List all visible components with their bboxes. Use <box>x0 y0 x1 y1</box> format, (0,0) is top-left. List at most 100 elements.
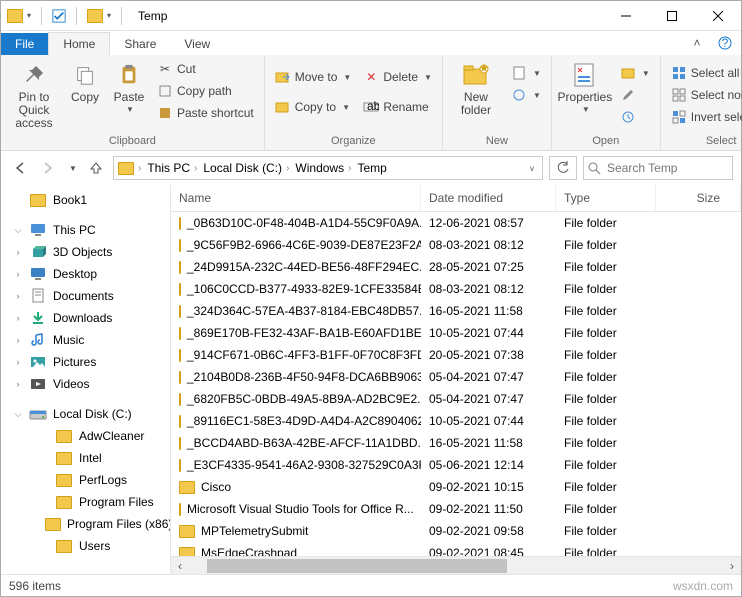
tree-item[interactable]: ›Pictures <box>1 351 170 373</box>
easy-access-button[interactable]: ▼ <box>507 85 545 105</box>
table-row[interactable]: Cisco09-02-2021 10:15File folder <box>171 476 741 498</box>
tree-caret-icon[interactable]: ⌵ <box>13 409 23 420</box>
tree-item[interactable]: ⌵This PC <box>1 219 170 241</box>
table-row[interactable]: _106C0CCD-B377-4933-82E9-1CFE33584E...08… <box>171 278 741 300</box>
tree-caret-icon[interactable]: › <box>13 313 23 323</box>
tree-item[interactable]: Program Files <box>1 491 170 513</box>
navigation-tree[interactable]: Book1 ⌵This PC›3D Objects›Desktop›Documen… <box>1 185 171 574</box>
table-row[interactable]: _6820FB5C-0BDB-49A5-8B9A-AD2BC9E2...05-0… <box>171 388 741 410</box>
tree-caret-icon[interactable]: › <box>13 291 23 301</box>
back-button[interactable] <box>9 157 31 179</box>
history-button[interactable] <box>616 107 654 127</box>
ribbon-collapse-button[interactable]: ˄ <box>685 31 709 55</box>
search-box[interactable]: Search Temp <box>583 156 733 180</box>
column-header-size[interactable]: Size <box>656 185 741 211</box>
scroll-right-icon[interactable]: › <box>723 559 741 573</box>
table-row[interactable]: _89116EC1-58E3-4D9D-A4D4-A2C8904062...10… <box>171 410 741 432</box>
tree-item[interactable]: ›3D Objects <box>1 241 170 263</box>
column-header-type[interactable]: Type <box>556 185 656 211</box>
tree-item[interactable]: ›Videos <box>1 373 170 395</box>
column-header-name[interactable]: Name <box>171 185 421 211</box>
tab-home[interactable]: Home <box>48 32 110 55</box>
recent-locations-button[interactable]: ▼ <box>65 157 79 179</box>
tab-view[interactable]: View <box>170 33 224 55</box>
copy-to-button[interactable]: Copy to▼ <box>271 97 356 117</box>
select-none-button[interactable]: Select none <box>667 85 742 105</box>
breadcrumb-segment[interactable]: Local Disk (C:)› <box>201 161 291 175</box>
properties-button[interactable]: Properties ▼ <box>558 57 612 115</box>
tree-item[interactable]: AdwCleaner <box>1 425 170 447</box>
table-row[interactable]: Microsoft Visual Studio Tools for Office… <box>171 498 741 520</box>
cut-button[interactable]: ✂Cut <box>153 59 258 79</box>
breadcrumb-segment[interactable]: Windows› <box>293 161 353 175</box>
address-bar[interactable]: › This PC› Local Disk (C:)› Windows› Tem… <box>113 156 543 180</box>
forward-button[interactable] <box>37 157 59 179</box>
tree-caret-icon[interactable]: ⌵ <box>13 225 23 236</box>
table-row[interactable]: MPTelemetrySubmit09-02-2021 09:58File fo… <box>171 520 741 542</box>
table-row[interactable]: _BCCD4ABD-B63A-42BE-AFCF-11A1DBD...16-05… <box>171 432 741 454</box>
paste-shortcut-button[interactable]: Paste shortcut <box>153 103 258 123</box>
maximize-button[interactable] <box>649 1 695 31</box>
tree-item[interactable]: ›Desktop <box>1 263 170 285</box>
table-row[interactable]: MsEdgeCrashpad09-02-2021 08:45File folde… <box>171 542 741 556</box>
tree-item[interactable]: ⌵Local Disk (C:) <box>1 403 170 425</box>
new-item-button[interactable]: ▼ <box>507 63 545 83</box>
tree-caret-icon[interactable]: › <box>13 379 23 389</box>
address-dropdown-icon[interactable]: v <box>530 164 534 173</box>
qat-dropdown-icon[interactable]: ▾ <box>27 11 31 20</box>
minimize-button[interactable] <box>603 1 649 31</box>
tree-caret-icon[interactable]: › <box>13 247 23 257</box>
status-item-count: 596 items <box>9 579 61 593</box>
new-folder-label: New folder <box>449 91 503 117</box>
copy-button[interactable]: Copy <box>65 57 105 104</box>
tree-item[interactable]: Intel <box>1 447 170 469</box>
horizontal-scrollbar[interactable]: ‹ › <box>171 556 741 574</box>
table-row[interactable]: _324D364C-57EA-4B37-8184-EBC48DB57...16-… <box>171 300 741 322</box>
refresh-button[interactable] <box>549 156 577 180</box>
tab-share[interactable]: Share <box>110 33 170 55</box>
table-row[interactable]: _24D9915A-232C-44ED-BE56-48FF294EC...28-… <box>171 256 741 278</box>
scroll-left-icon[interactable]: ‹ <box>171 559 189 573</box>
table-row[interactable]: _0B63D10C-0F48-404B-A1D4-55C9F0A9A...12-… <box>171 212 741 234</box>
table-row[interactable]: _869E170B-FE32-43AF-BA1B-E60AFD1BE3...10… <box>171 322 741 344</box>
tree-item[interactable]: Book1 <box>1 189 170 211</box>
paste-button[interactable]: Paste ▼ <box>109 57 149 115</box>
invert-selection-button[interactable]: Invert selection <box>667 107 742 127</box>
tree-caret-icon[interactable]: › <box>13 269 23 279</box>
chevron-right-icon[interactable]: › <box>138 163 141 174</box>
qat-dropdown-icon[interactable]: ▾ <box>107 11 111 20</box>
open-button[interactable]: ▼ <box>616 63 654 83</box>
tree-item[interactable]: PerfLogs <box>1 469 170 491</box>
table-row[interactable]: _E3CF4335-9541-46A2-9308-327529C0A3F205-… <box>171 454 741 476</box>
column-header-date[interactable]: Date modified <box>421 185 556 211</box>
edit-button[interactable] <box>616 85 654 105</box>
tree-item[interactable]: ›Downloads <box>1 307 170 329</box>
select-all-button[interactable]: Select all <box>667 63 742 83</box>
table-row[interactable]: _9C56F9B2-6966-4C6E-9039-DE87E23F2A...08… <box>171 234 741 256</box>
pin-to-quick-access-button[interactable]: Pin to Quick access <box>7 57 61 131</box>
copy-path-button[interactable]: Copy path <box>153 81 258 101</box>
file-rows[interactable]: _0B63D10C-0F48-404B-A1D4-55C9F0A9A...12-… <box>171 212 741 556</box>
checkbox-icon[interactable] <box>52 9 66 23</box>
delete-button[interactable]: ✕Delete▼ <box>359 67 436 87</box>
breadcrumb-segment[interactable]: Temp <box>355 161 388 175</box>
tree-caret-icon[interactable]: › <box>13 335 23 345</box>
tree-item[interactable]: ›Music <box>1 329 170 351</box>
tree-item[interactable]: Users <box>1 535 170 557</box>
tab-file[interactable]: File <box>1 33 48 55</box>
table-row[interactable]: _2104B0D8-236B-4F50-94F8-DCA6BB9063...05… <box>171 366 741 388</box>
move-to-button[interactable]: Move to▼ <box>271 67 356 87</box>
tree-caret-icon[interactable]: › <box>13 357 23 367</box>
paste-label: Paste <box>114 91 145 104</box>
tree-item[interactable]: Program Files (x86) <box>1 513 170 535</box>
table-row[interactable]: _914CF671-0B6C-4FF3-B1FF-0F70C8F3FD...20… <box>171 344 741 366</box>
new-folder-button[interactable]: ★ New folder <box>449 57 503 117</box>
tree-item[interactable]: ›Documents <box>1 285 170 307</box>
breadcrumb-segment[interactable]: This PC› <box>145 161 199 175</box>
rename-button[interactable]: abRename <box>359 97 436 117</box>
help-button[interactable]: ? <box>713 31 737 55</box>
scroll-thumb[interactable] <box>207 559 507 573</box>
close-button[interactable] <box>695 1 741 31</box>
file-type: File folder <box>556 480 656 494</box>
up-button[interactable] <box>85 157 107 179</box>
